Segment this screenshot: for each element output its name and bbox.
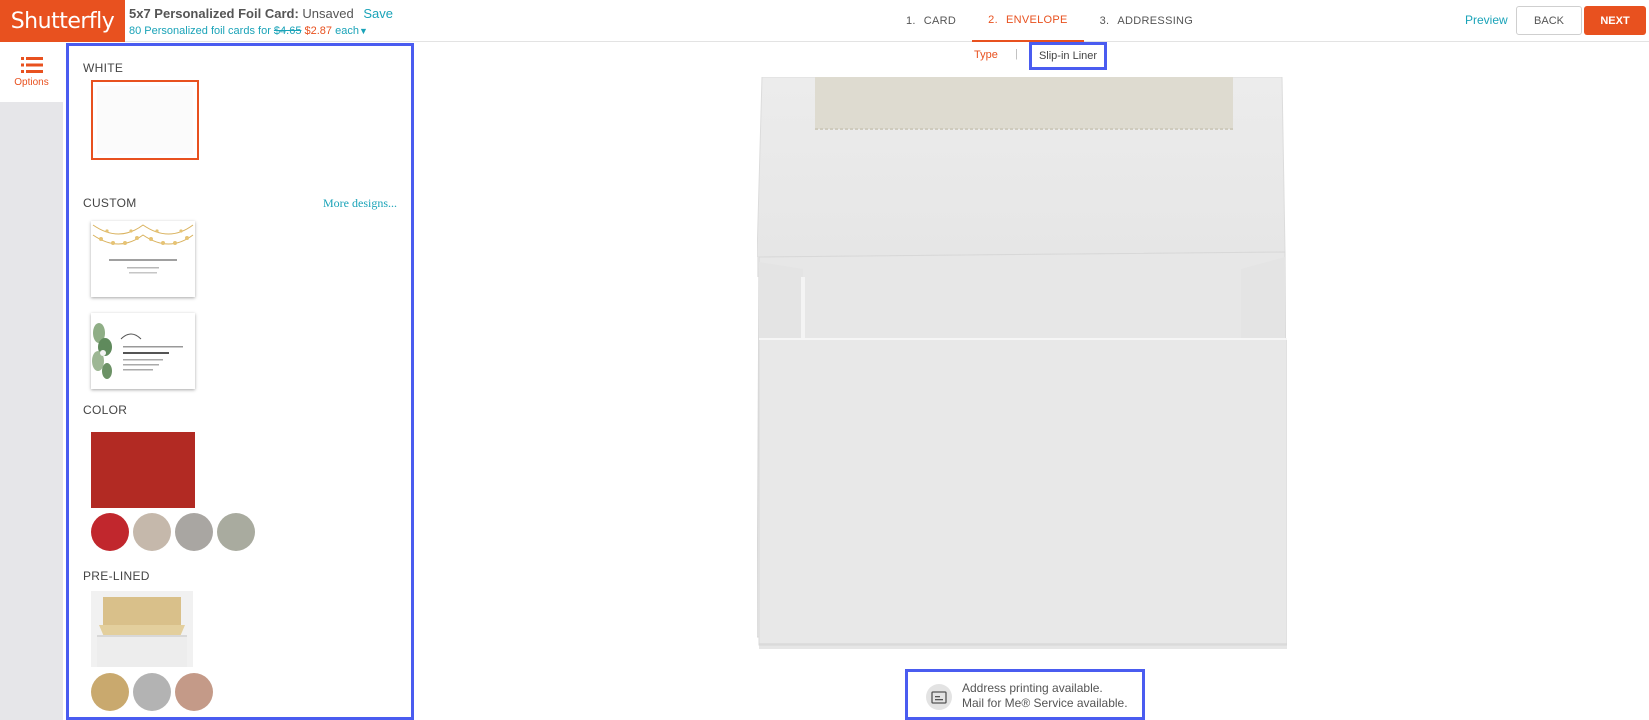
list-icon (20, 57, 43, 73)
old-price: $4.65 (273, 25, 302, 37)
step-number: 2. (988, 14, 998, 26)
subtab-divider: | (1015, 48, 1018, 60)
step-addressing[interactable]: 3. ADDRESSING (1084, 0, 1210, 42)
prelined-swatch-gold[interactable] (91, 673, 129, 711)
prelined-swatch-silver[interactable] (133, 673, 171, 711)
color-swatch-sage[interactable] (217, 513, 255, 551)
project-title: 5x7 Personalized Foil Card: (129, 6, 299, 21)
address-printing-text: Address printing available. (962, 681, 1103, 695)
color-swatch-taupe[interactable] (133, 513, 171, 551)
step-nav: 1. CARD 2. ENVELOPE 3. ADDRESSING (890, 0, 1209, 42)
tab-type[interactable]: Type (974, 49, 998, 61)
options-label: Options (14, 77, 49, 88)
prelined-envelope-preview[interactable] (91, 591, 193, 667)
prelined-swatch-rose-gold[interactable] (175, 673, 213, 711)
step-number: 3. (1099, 15, 1110, 27)
prelined-artwork (91, 591, 193, 667)
prelined-section-title: PRE-LINED (83, 569, 150, 583)
preview-link[interactable]: Preview (1465, 13, 1508, 27)
price-suffix: each (335, 25, 359, 37)
mail-for-me-text: Mail for Me® Service available. (962, 696, 1128, 710)
save-link[interactable]: Save (363, 6, 393, 21)
envelope-options-panel: WHITE CUSTOM More designs... COLOR PRE-L… (66, 43, 414, 720)
greenery-artwork (92, 323, 183, 379)
new-price: $2.87 (304, 25, 333, 37)
project-status: Unsaved (302, 6, 354, 21)
step-label: ENVELOPE (1005, 14, 1068, 26)
options-tab[interactable]: Options (0, 42, 63, 102)
chevron-down-icon[interactable]: ▼ (359, 26, 368, 36)
project-info: 5x7 Personalized Foil Card: Unsaved Save (129, 6, 393, 21)
step-envelope[interactable]: 2. ENVELOPE (972, 0, 1084, 42)
color-swatch-red[interactable] (91, 513, 129, 551)
step-card[interactable]: 1. CARD (890, 0, 972, 42)
shutterfly-logo[interactable]: Shutterfly (0, 0, 125, 42)
address-card-icon (926, 684, 952, 710)
color-envelope-preview[interactable] (91, 432, 195, 508)
white-swatch-fill (97, 86, 193, 154)
address-info-text: Address printing available. Mail for Me®… (962, 681, 1128, 711)
left-rail: Options (0, 42, 63, 720)
string-lights-artwork (92, 224, 194, 274)
address-info-box: Address printing available. Mail for Me®… (905, 669, 1145, 720)
app-header: Shutterfly 5x7 Personalized Foil Card: U… (0, 0, 1649, 42)
envelope-preview (757, 77, 1287, 649)
custom-design-string-lights[interactable] (91, 221, 195, 297)
next-button[interactable]: NEXT (1584, 6, 1646, 35)
tab-slip-in-liner[interactable]: Slip-in Liner (1029, 42, 1107, 70)
color-section-title: COLOR (83, 403, 128, 417)
white-envelope-option[interactable] (91, 80, 199, 160)
step-label: CARD (923, 15, 957, 27)
back-button[interactable]: BACK (1516, 6, 1582, 35)
price-prefix: 80 Personalized foil cards for (129, 25, 271, 37)
custom-section-title: CUSTOM (83, 196, 137, 210)
price-summary[interactable]: 80 Personalized foil cards for $4.65 $2.… (129, 25, 368, 37)
custom-design-greenery[interactable] (91, 313, 195, 389)
more-designs-link[interactable]: More designs... (323, 196, 397, 211)
white-section-title: WHITE (83, 61, 124, 75)
step-label: ADDRESSING (1117, 15, 1194, 27)
step-number: 1. (906, 15, 916, 27)
color-swatch-gray[interactable] (175, 513, 213, 551)
